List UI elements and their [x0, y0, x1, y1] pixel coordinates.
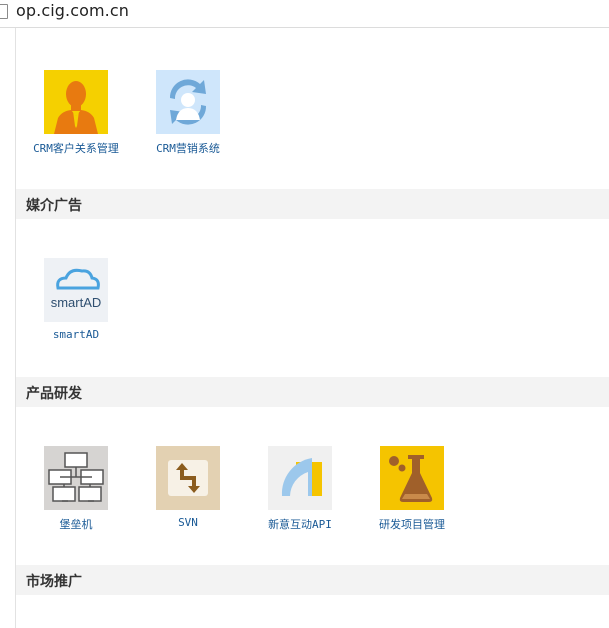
url-text[interactable]: op.cig.com.cn [16, 1, 129, 20]
app-crm-customer[interactable]: CRM客户关系管理 [16, 70, 128, 160]
app-label: 研发项目管理 [379, 518, 445, 531]
section-header-dev: 产品研发 [16, 377, 609, 407]
app-bastion-host[interactable]: 堡垒机 [16, 446, 128, 536]
app-crm-marketing[interactable]: CRM营销系统 [128, 70, 240, 160]
app-xinyi-api[interactable]: 新意互动API [240, 446, 352, 536]
app-rd-project[interactable]: 研发项目管理 [352, 446, 464, 536]
section-header-marketing: 市场推广 [16, 565, 609, 595]
smartad-cloud-icon: smartAD [44, 258, 108, 322]
app-label: CRM客户关系管理 [33, 142, 119, 155]
section-title: 市场推广 [26, 574, 82, 590]
api-shape-icon [268, 446, 332, 510]
app-label: smartAD [52, 328, 100, 341]
section-header-media: 媒介广告 [16, 189, 609, 219]
network-computers-icon [44, 446, 108, 510]
section-title: 媒介广告 [26, 198, 82, 214]
smartad-logo-text: smartAD [51, 295, 102, 310]
app-svn[interactable]: SVN [128, 446, 240, 536]
address-bar[interactable]: op.cig.com.cn [0, 0, 609, 28]
app-smartad[interactable]: smartAD smartAD [16, 258, 128, 348]
svn-arrows-icon [156, 446, 220, 510]
app-label: 新意互动API [268, 518, 332, 531]
app-label: SVN [178, 516, 198, 529]
lab-flask-icon [380, 446, 444, 510]
app-label: 堡垒机 [59, 518, 93, 531]
person-icon [44, 70, 108, 134]
page-icon [0, 4, 8, 19]
app-label: CRM营销系统 [156, 142, 220, 155]
people-exchange-icon [156, 70, 220, 134]
section-title: 产品研发 [26, 386, 82, 402]
